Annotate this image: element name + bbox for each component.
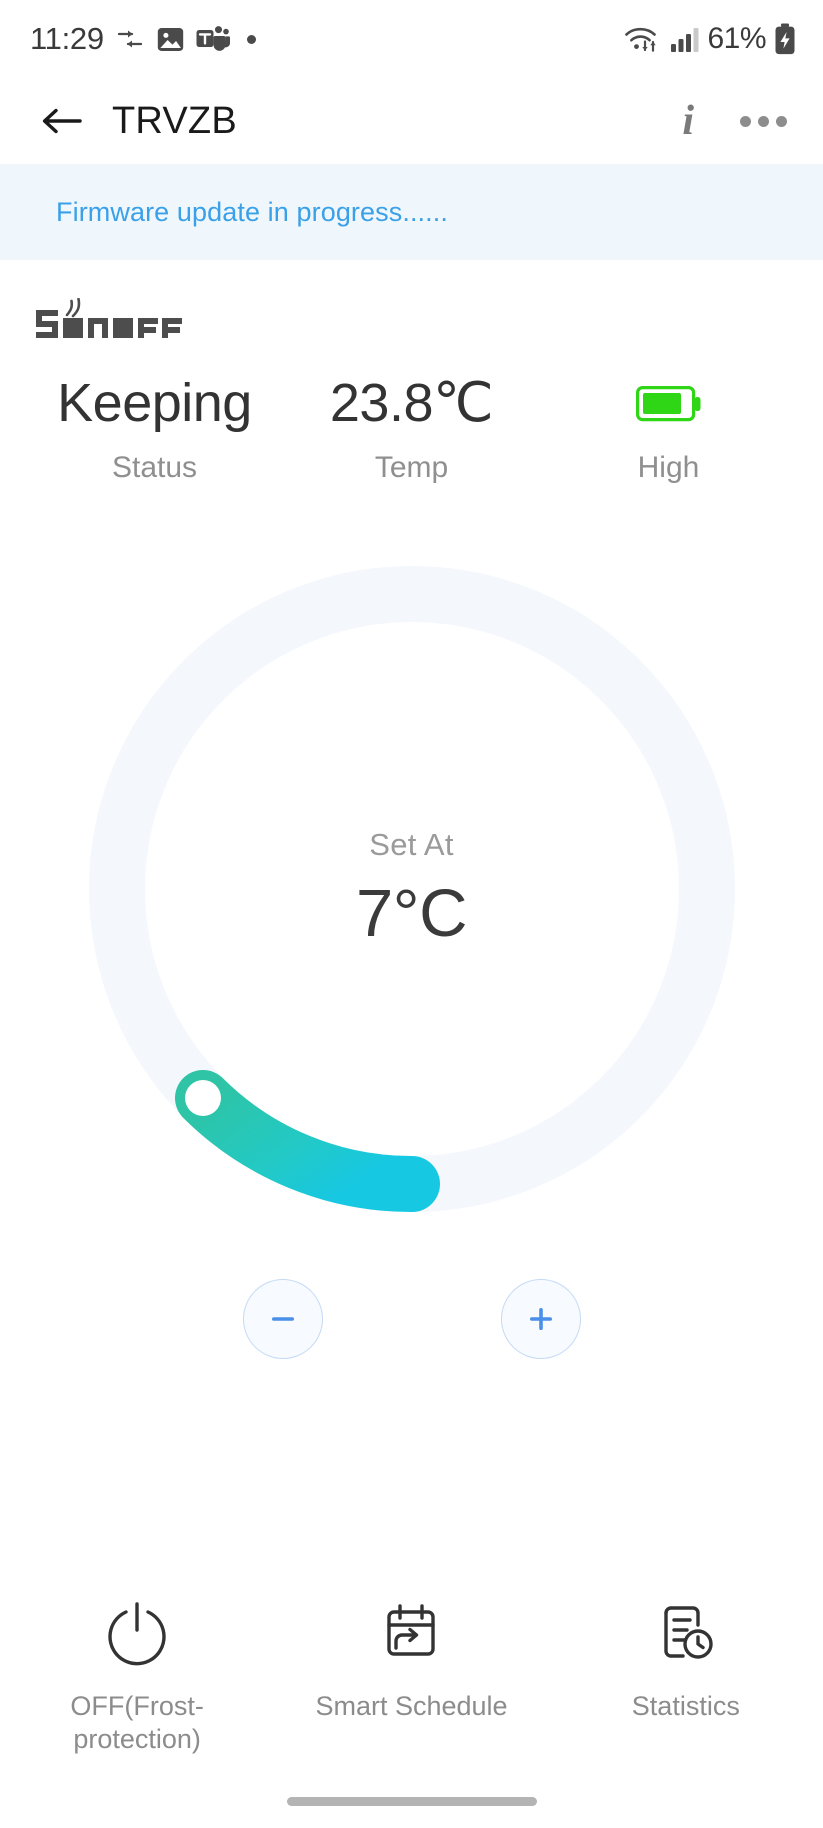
info-icon[interactable]: i xyxy=(674,100,702,142)
battery-percent-label: 61% xyxy=(707,22,766,55)
decrease-temperature-button[interactable] xyxy=(242,1279,323,1359)
nav-item-statistics[interactable]: Statistics xyxy=(549,1592,823,1756)
calendar-arrow-icon xyxy=(375,1592,447,1672)
increase-temperature-button[interactable] xyxy=(500,1279,581,1359)
firmware-update-banner: Firmware update in progress...... xyxy=(0,164,823,260)
nav-label-off-frost-protection: OFF(Frost-protection) xyxy=(70,1691,204,1755)
teams-icon xyxy=(196,25,230,54)
set-at-label: Set At xyxy=(369,826,454,862)
app-header: TRVZB i xyxy=(0,78,823,164)
temperature-steppers xyxy=(0,1279,823,1359)
back-button[interactable] xyxy=(36,95,88,147)
status-bar-right: 61% xyxy=(623,22,797,56)
firmware-update-text: Firmware update in progress...... xyxy=(56,196,448,227)
temperature-dial[interactable]: Set At 7°C xyxy=(62,539,762,1239)
battery-charging-icon xyxy=(773,23,797,55)
summary-status: Keeping Status xyxy=(26,373,283,485)
document-clock-icon xyxy=(650,1592,722,1672)
data-transfer-icon xyxy=(115,26,145,52)
dot-indicator-icon xyxy=(246,34,256,44)
summary-battery: High xyxy=(540,373,797,485)
plus-icon xyxy=(529,1308,552,1330)
nav-item-smart-schedule[interactable]: Smart Schedule xyxy=(274,1592,548,1756)
nav-item-off-frost-protection[interactable]: OFF(Frost-protection) xyxy=(0,1592,274,1756)
nav-label-smart-schedule: Smart Schedule xyxy=(315,1691,508,1722)
header-actions: i xyxy=(674,100,789,142)
gesture-bar xyxy=(286,1797,537,1806)
temp-label: Temp xyxy=(374,451,449,484)
set-temperature-value: 7°C xyxy=(356,875,467,951)
status-bar-left: 11:29 xyxy=(30,21,256,57)
summary-temp: 23.8℃ Temp xyxy=(283,373,540,485)
back-arrow-icon xyxy=(42,108,82,134)
power-icon xyxy=(101,1592,173,1672)
status-label: Status xyxy=(111,451,198,484)
minus-icon xyxy=(271,1317,294,1321)
page-title: TRVZB xyxy=(112,99,237,142)
image-icon xyxy=(156,25,185,54)
sonoff-wordmark-icon xyxy=(36,297,182,338)
battery-label: High xyxy=(637,451,700,484)
status-bar: 11:29 61% xyxy=(0,0,823,78)
battery-level-icon xyxy=(540,373,797,435)
more-options-icon[interactable] xyxy=(738,110,789,133)
sonoff-logo xyxy=(0,260,823,351)
wifi-icon xyxy=(623,24,663,55)
status-bar-clock: 11:29 xyxy=(30,21,104,56)
bottom-navigation: OFF(Frost-protection) Smart Schedule Sta… xyxy=(0,1592,823,1756)
temp-value: 23.8℃ xyxy=(329,373,494,434)
status-value: Keeping xyxy=(57,373,252,434)
device-summary: Keeping Status 23.8℃ Temp High xyxy=(0,373,823,485)
nav-label-statistics: Statistics xyxy=(631,1691,740,1722)
dial-center-readout: Set At 7°C xyxy=(62,539,762,1239)
cellular-signal-icon xyxy=(670,25,700,53)
